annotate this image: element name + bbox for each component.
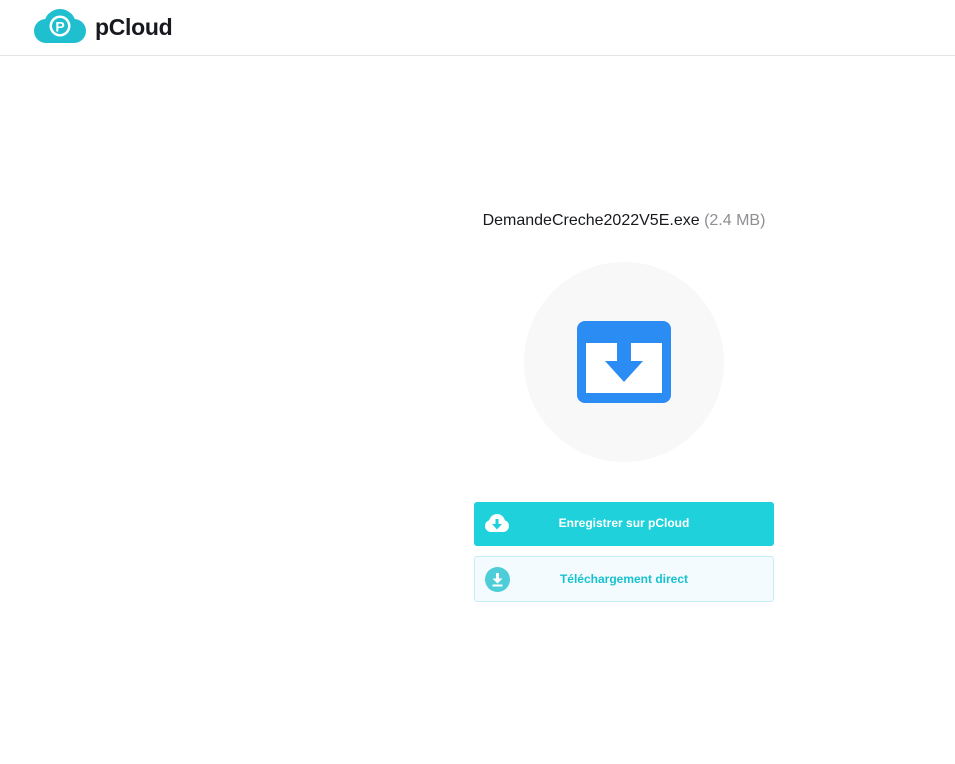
save-to-pcloud-button[interactable]: Enregistrer sur pCloud [474,502,774,546]
file-preview-circle [524,262,724,462]
top-header: P pCloud [0,0,955,56]
brand-name: pCloud [95,13,173,40]
save-button-label: Enregistrer sur pCloud [558,516,690,530]
pcloud-logo-icon: P [34,9,86,43]
direct-download-button[interactable]: Téléchargement direct [474,556,774,602]
direct-button-label: Téléchargement direct [559,572,689,586]
file-info: DemandeCreche2022V5E.exe (2.4 MB) [474,212,774,230]
file-size: (2.4 MB) [704,212,766,229]
pcloud-logo[interactable]: P pCloud [33,9,173,45]
download-box-icon [577,321,671,403]
file-name: DemandeCreche2022V5E.exe [482,212,700,229]
svg-text:P: P [55,19,64,35]
